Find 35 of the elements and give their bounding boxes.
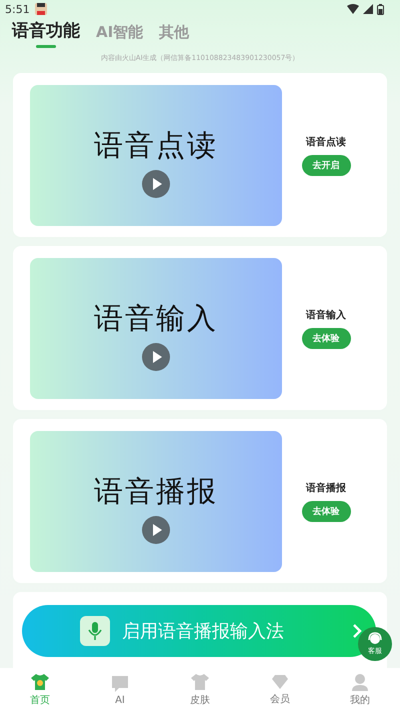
wifi-icon: [347, 4, 359, 14]
nav-tab[interactable]: 首页: [0, 668, 80, 712]
shirt-icon: [30, 673, 50, 691]
microphone-icon: [80, 616, 110, 646]
video-thumbnail[interactable]: 语音输入: [30, 258, 282, 398]
feature-title: 语音输入: [306, 308, 346, 322]
try-button[interactable]: 去体验: [302, 328, 350, 348]
thumbnail-title: 语音播报: [94, 473, 218, 510]
diamond-icon: [271, 674, 289, 690]
category-tab[interactable]: 语音功能: [12, 19, 80, 48]
chevron-right-icon: [352, 623, 362, 639]
headset-icon: [367, 632, 383, 646]
category-tab[interactable]: 其他: [159, 23, 190, 48]
try-button[interactable]: 去开启: [302, 154, 350, 176]
play-icon[interactable]: [142, 170, 170, 198]
thumbnail-title: 语音输入: [94, 300, 218, 337]
category-tab[interactable]: AI智能: [96, 23, 144, 48]
chat-bubble-icon: [111, 674, 129, 692]
try-button[interactable]: 去体验: [302, 500, 350, 522]
nav-tab[interactable]: 我的: [320, 668, 400, 712]
nav-tab[interactable]: 皮肤: [160, 668, 240, 712]
video-thumbnail[interactable]: 语音播报: [30, 430, 282, 572]
feature-title: 语音点读: [306, 135, 346, 148]
signal-icon: [363, 4, 373, 14]
status-time: 5:51: [5, 2, 30, 16]
play-icon[interactable]: [142, 516, 170, 544]
feature-title: 语音播报: [306, 481, 346, 494]
battery-icon: [377, 4, 384, 14]
nav-tab[interactable]: AI: [80, 668, 160, 712]
nav-tab[interactable]: 会员: [240, 668, 320, 712]
person-icon: [351, 673, 369, 691]
video-thumbnail[interactable]: 语音点读: [30, 84, 282, 226]
thumbnail-title: 语音点读: [94, 127, 218, 164]
shirt-icon: [190, 673, 210, 691]
play-icon[interactable]: [142, 343, 170, 371]
